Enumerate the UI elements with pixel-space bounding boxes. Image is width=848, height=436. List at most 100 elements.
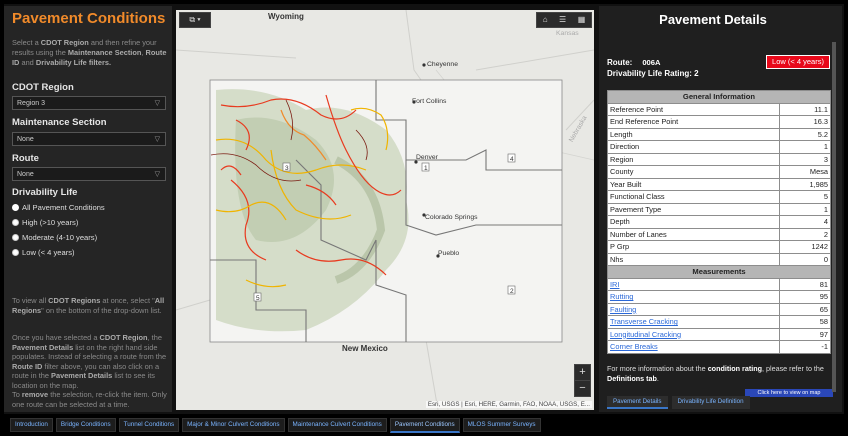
route-label: Route xyxy=(12,153,39,164)
row-label: Rutting xyxy=(607,290,780,304)
svg-text:3: 3 xyxy=(285,165,289,172)
bottom-tab[interactable]: Introduction xyxy=(10,418,53,432)
row-value: 81 xyxy=(779,277,831,291)
table-row: County Mesa xyxy=(607,165,831,179)
measure-link[interactable]: IRI xyxy=(610,280,619,289)
map-attribution: Esri, USGS | Esri, HERE, Garmin, FAO, NO… xyxy=(425,401,592,408)
row-value: 16.3 xyxy=(779,115,831,129)
row-label: Longitudinal Cracking xyxy=(607,327,780,341)
row-value: -1 xyxy=(779,340,831,354)
row-value: 5 xyxy=(779,190,831,204)
chevron-down-icon: ▽ xyxy=(154,171,160,178)
svg-text:1: 1 xyxy=(424,165,428,172)
radio-high[interactable]: High (>10 years) xyxy=(12,218,78,227)
label-denver: Denver xyxy=(416,154,438,161)
zoom-in-button[interactable]: + xyxy=(574,364,591,381)
bottom-tab[interactable]: Bridge Conditions xyxy=(55,418,116,432)
table-row: Nhs 0 xyxy=(607,252,831,266)
radio-all[interactable]: All Pavement Conditions xyxy=(12,203,105,212)
table-row: Functional Class 5 xyxy=(607,190,831,204)
zoom-out-button[interactable]: − xyxy=(574,380,591,397)
region-label: CDOT Region xyxy=(12,82,74,93)
radio-icon xyxy=(12,249,19,256)
tab-drivability-definition[interactable]: Drivability Life Definition xyxy=(671,396,750,409)
section-select[interactable]: None ▽ xyxy=(12,132,166,146)
row-label: Corner Breaks xyxy=(607,340,780,354)
label-pueblo: Pueblo xyxy=(438,250,460,257)
table-row: Reference Point 11.1 xyxy=(607,102,831,116)
table-row: Corner Breaks -1 xyxy=(607,340,831,354)
table-row: Longitudinal Cracking 97 xyxy=(607,327,831,341)
row-label: Number of Lanes xyxy=(607,227,780,241)
label-kansas: Kansas xyxy=(556,30,579,37)
radio-low[interactable]: Low (< 4 years) xyxy=(12,248,75,257)
tab-pavement-details[interactable]: Pavement Details xyxy=(607,396,668,409)
radio-icon xyxy=(12,234,19,241)
chevron-down-icon: ▽ xyxy=(154,100,160,107)
more-info-text: For more information about the condition… xyxy=(607,364,824,383)
general-info-header: General Information xyxy=(607,90,831,104)
row-value: 1 xyxy=(779,202,831,216)
region-select[interactable]: Region 3 ▽ xyxy=(12,96,166,110)
table-row: Number of Lanes 2 xyxy=(607,227,831,241)
table-row: Length 5.2 xyxy=(607,127,831,141)
measurements-header: Measurements xyxy=(607,265,831,279)
row-value: 1 xyxy=(779,140,831,154)
row-label: Nhs xyxy=(607,252,780,266)
row-label: Transverse Cracking xyxy=(607,315,780,329)
qr-icon[interactable]: ▦ xyxy=(578,13,586,27)
section-header: General Information xyxy=(607,90,831,104)
bottom-tab[interactable]: Major & Minor Culvert Conditions xyxy=(182,418,285,432)
list-icon[interactable]: ☰ xyxy=(559,13,566,27)
row-value: Mesa xyxy=(779,165,831,179)
table-row: End Reference Point 16.3 xyxy=(607,115,831,129)
label-colorado-springs: Colorado Springs xyxy=(425,214,478,221)
row-value: 2 xyxy=(779,227,831,241)
measure-link[interactable]: Faulting xyxy=(610,305,636,314)
row-label: P Grp xyxy=(607,240,780,254)
label-fort-collins: Fort Collins xyxy=(412,98,447,105)
view-on-map-button[interactable]: Click here to view on map xyxy=(745,389,833,397)
svg-text:5: 5 xyxy=(256,295,260,302)
measure-link[interactable]: Rutting xyxy=(610,292,633,301)
radio-moderate[interactable]: Moderate (4-10 years) xyxy=(12,233,97,242)
row-label: Pavement Type xyxy=(607,202,780,216)
row-label: Length xyxy=(607,127,780,141)
route-select[interactable]: None ▽ xyxy=(12,167,166,181)
bottom-tab[interactable]: Tunnel Conditions xyxy=(118,418,180,432)
rating-info: Drivability Life Rating: 2 xyxy=(607,69,699,78)
measure-link[interactable]: Longitudinal Cracking xyxy=(610,330,681,339)
row-label: Year Built xyxy=(607,177,780,191)
row-label: County xyxy=(607,165,780,179)
layer-select-button[interactable]: ⧉ ▾ xyxy=(179,12,211,28)
scrollbar[interactable] xyxy=(832,42,836,392)
chevron-down-icon: ▾ xyxy=(197,15,201,24)
row-value: 95 xyxy=(779,290,831,304)
label-cheyenne: Cheyenne xyxy=(427,61,458,68)
bottom-tab[interactable]: Maintenance Culvert Conditions xyxy=(287,418,387,432)
row-value: 58 xyxy=(779,315,831,329)
svg-text:4: 4 xyxy=(510,156,514,163)
filter-panel: Pavement Conditions Select a CDOT Region… xyxy=(4,6,172,412)
details-panel: Pavement Details Route: 006A Drivability … xyxy=(599,6,842,412)
table-row: Region 3 xyxy=(607,152,831,166)
section-header: Measurements xyxy=(607,265,831,279)
table-row: Rutting 95 xyxy=(607,290,831,304)
intro-text: Select a CDOT Region and then refine you… xyxy=(12,38,167,67)
table-row: Direction 1 xyxy=(607,140,831,154)
measure-link[interactable]: Corner Breaks xyxy=(610,342,658,351)
status-badge: Low (< 4 years) xyxy=(766,55,830,69)
bottom-tab[interactable]: Pavement Conditions xyxy=(389,418,460,433)
help-all-regions: To view all CDOT Regions at once, select… xyxy=(12,296,165,315)
map-view[interactable]: 1 2 3 4 5 Wyoming Cheyenne Fort Collins … xyxy=(176,10,594,410)
home-icon[interactable]: ⌂ xyxy=(543,13,548,27)
panel-title: Pavement Conditions xyxy=(12,10,166,27)
table-row: IRI 81 xyxy=(607,277,831,291)
help-remove: To remove the selection, re-click the it… xyxy=(12,390,167,409)
row-value: 0 xyxy=(779,252,831,266)
bottom-tab[interactable]: MLOS Summer Surveys xyxy=(462,418,541,432)
table-row: P Grp 1242 xyxy=(607,240,831,254)
bottom-tab-bar: Introduction Bridge Conditions Tunnel Cond… xyxy=(10,418,544,433)
row-label: Direction xyxy=(607,140,780,154)
measure-link[interactable]: Transverse Cracking xyxy=(610,317,678,326)
